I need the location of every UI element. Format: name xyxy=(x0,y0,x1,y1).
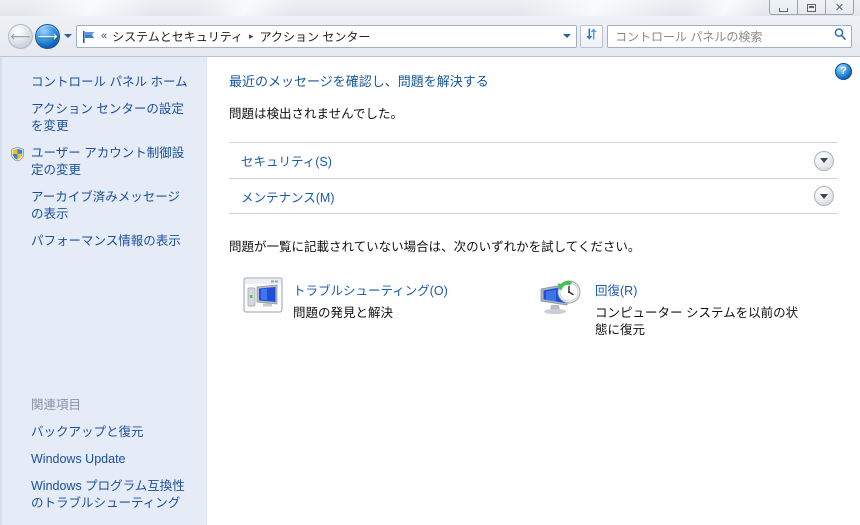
page-title[interactable]: 最近のメッセージを確認し、問題を解決する xyxy=(229,71,838,90)
related-items-heading: 関連項目 xyxy=(31,398,82,412)
section-label-maintenance[interactable]: メンテナンス(M) xyxy=(241,187,814,206)
sidebar-item-view-performance-information[interactable]: パフォーマンス情報の表示 xyxy=(0,228,206,255)
arrow-right-icon: ⟶ xyxy=(37,28,58,44)
action-text-block: 回復(R) コンピューター システムを以前の状態に復元 xyxy=(595,277,810,339)
glass-highlight xyxy=(23,0,157,16)
breadcrumb-item-system-security[interactable]: システムとセキュリティ xyxy=(112,28,243,45)
expand-security-button[interactable] xyxy=(814,150,834,171)
search-input[interactable]: コントロール パネルの検索 xyxy=(615,28,833,45)
action-recovery[interactable]: 回復(R) コンピューター システムを以前の状態に復元 xyxy=(519,277,810,339)
section-row-maintenance[interactable]: メンテナンス(M) xyxy=(229,178,838,214)
recovery-icon xyxy=(537,277,585,324)
forward-button[interactable]: ⟶ xyxy=(35,23,60,49)
glass-highlight xyxy=(193,0,297,16)
sidebar-item-label: コントロール パネル ホーム xyxy=(31,75,188,89)
window-titlebar: ✕ xyxy=(0,0,860,16)
sidebar-item-program-compatibility-troubleshooter[interactable]: Windows プログラム互換性のトラブルシューティング xyxy=(0,473,206,517)
section-label-security[interactable]: セキュリティ(S) xyxy=(241,151,814,170)
action-troubleshooting[interactable]: トラブルシューティング(O) 問題の発見と解決 xyxy=(229,277,519,339)
sidebar-item-change-action-center-settings[interactable]: アクション センターの設定を変更 xyxy=(0,96,206,140)
address-bar[interactable]: « システムとセキュリティ ▸ アクション センター xyxy=(76,24,577,48)
breadcrumb-overflow-icon[interactable]: « xyxy=(101,30,107,42)
search-box[interactable]: コントロール パネルの検索 xyxy=(607,24,852,48)
control-panel-window: ✕ ⟵ ⟶ « システムとセキュリティ ▸ アクション センター コントロール … xyxy=(0,0,860,525)
navigation-bar: ⟵ ⟶ « システムとセキュリティ ▸ アクション センター コントロール パネ… xyxy=(0,16,860,56)
sidebar-item-change-uac-settings[interactable]: ユーザー アカウント制御設定の変更 xyxy=(0,140,206,184)
minimize-icon xyxy=(779,8,788,12)
chevron-down-icon xyxy=(63,34,72,38)
sidebar-item-windows-update[interactable]: Windows Update xyxy=(0,446,206,473)
sidebar: コントロール パネル ホーム アクション センターの設定を変更 ユーザー アカウ… xyxy=(0,57,207,525)
breadcrumb-separator-icon[interactable]: ▸ xyxy=(249,31,254,42)
chevron-down-icon xyxy=(820,158,828,163)
recovery-link[interactable]: 回復(R) xyxy=(595,280,810,299)
troubleshooting-description: 問題の発見と解決 xyxy=(293,306,394,320)
sidebar-item-label: アクション センターの設定を変更 xyxy=(31,102,184,133)
glass-highlight xyxy=(513,0,677,16)
help-button[interactable]: ? xyxy=(835,63,852,80)
back-button[interactable]: ⟵ xyxy=(8,23,33,49)
sidebar-tasks-list: コントロール パネル ホーム アクション センターの設定を変更 ユーザー アカウ… xyxy=(0,69,206,255)
sidebar-item-backup-and-restore[interactable]: バックアップと復元 xyxy=(0,419,206,446)
sidebar-item-label: アーカイブ済みメッセージの表示 xyxy=(31,190,181,221)
shield-icon xyxy=(10,146,25,162)
search-icon[interactable] xyxy=(833,27,847,46)
actions-row: トラブルシューティング(O) 問題の発見と解決 回復(R) コンピューター シス… xyxy=(229,277,838,339)
chevron-down-icon xyxy=(562,34,571,38)
refresh-button[interactable] xyxy=(580,24,603,48)
sidebar-item-view-archived-messages[interactable]: アーカイブ済みメッセージの表示 xyxy=(0,184,206,228)
glass-highlight xyxy=(683,0,767,16)
breadcrumb-item-action-center[interactable]: アクション センター xyxy=(260,28,371,45)
sidebar-item-label: Windows Update xyxy=(31,452,126,466)
maximize-icon xyxy=(807,4,816,12)
status-message: 問題は検出されませんでした。 xyxy=(229,107,404,121)
try-instructions-text: 問題が一覧に記載されていない場合は、次のいずれかを試してください。 xyxy=(229,240,641,254)
maximize-button[interactable] xyxy=(797,0,826,15)
sidebar-related-section: 関連項目 バックアップと復元 Windows Update Windows プロ… xyxy=(0,390,206,525)
section-row-security[interactable]: セキュリティ(S) xyxy=(229,142,838,178)
sidebar-item-label: Windows プログラム互換性のトラブルシューティング xyxy=(31,479,185,510)
window-controls: ✕ xyxy=(769,0,854,16)
sidebar-item-label: ユーザー アカウント制御設定の変更 xyxy=(31,146,185,177)
arrow-left-icon: ⟵ xyxy=(10,28,31,44)
sidebar-item-label: パフォーマンス情報の表示 xyxy=(31,234,181,248)
address-dropdown-button[interactable] xyxy=(559,34,574,38)
close-icon: ✕ xyxy=(834,1,845,14)
chevron-down-icon xyxy=(820,193,828,199)
troubleshooting-link[interactable]: トラブルシューティング(O) xyxy=(293,280,448,299)
sidebar-item-control-panel-home[interactable]: コントロール パネル ホーム xyxy=(0,69,206,96)
action-text-block: トラブルシューティング(O) 問題の発見と解決 xyxy=(293,277,448,322)
content-area: コントロール パネル ホーム アクション センターの設定を変更 ユーザー アカウ… xyxy=(0,56,860,525)
minimize-button[interactable] xyxy=(769,0,798,15)
expand-maintenance-button[interactable] xyxy=(814,186,834,206)
sidebar-item-label: バックアップと復元 xyxy=(31,425,144,439)
control-panel-flag-icon xyxy=(81,29,96,44)
troubleshooting-icon xyxy=(243,277,283,318)
recent-pages-button[interactable] xyxy=(61,24,74,48)
main-panel: ? 最近のメッセージを確認し、問題を解決する 問題は検出されませんでした。 セキ… xyxy=(207,57,860,525)
close-button[interactable]: ✕ xyxy=(825,0,854,15)
refresh-icon xyxy=(584,27,599,46)
recovery-description: コンピューター システムを以前の状態に復元 xyxy=(595,306,799,337)
